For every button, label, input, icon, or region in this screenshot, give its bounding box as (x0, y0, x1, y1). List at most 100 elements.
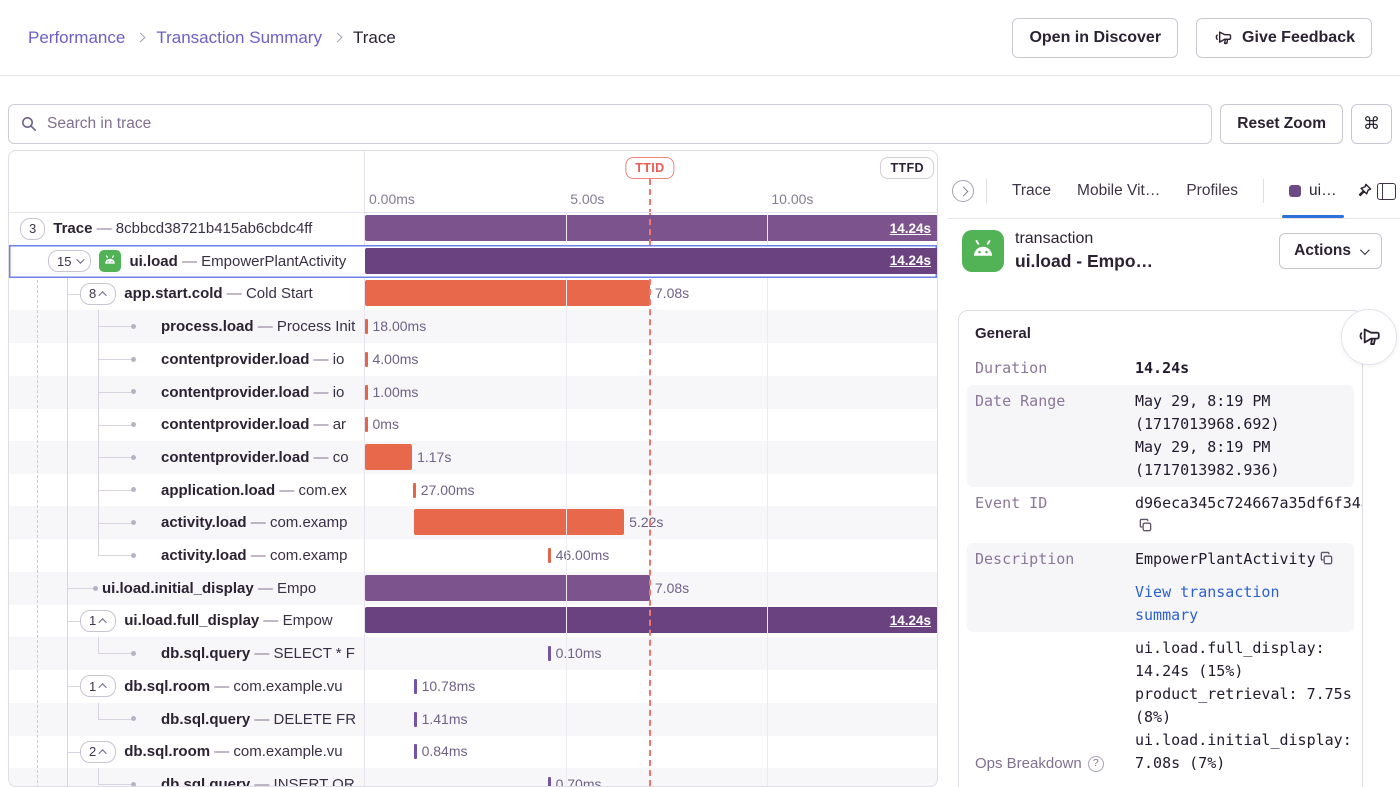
span-duration-label: 14.24s (890, 613, 938, 628)
tree-row[interactable]: 3Trace — 8cbbcd38721b415ab6cbdc4ff14.24s (9, 212, 937, 245)
span-duration-label: 27.00ms (421, 474, 475, 507)
span-label: process.load — Process Init (161, 318, 355, 335)
tree-row[interactable]: db.sql.query — INSERT OR0.70ms (9, 768, 937, 787)
tab-trace[interactable]: Trace (999, 164, 1064, 218)
tree-node-dot (93, 586, 98, 591)
tree-row[interactable]: contentprovider.load — ar 0ms (9, 408, 937, 441)
span-description: SELECT * F (274, 645, 355, 662)
field-value: May 29, 8:19 PM(1717013968.692)May 29, 8… (1135, 390, 1337, 482)
span-op: ui.load (129, 253, 177, 270)
tree-row[interactable]: 1db.sql.room — com.example.vu10.78ms (9, 670, 937, 703)
span-duration-label: 7.08s (655, 572, 689, 605)
give-feedback-button[interactable]: Give Feedback (1196, 18, 1372, 58)
span-duration-bar (548, 777, 551, 787)
tree-row[interactable]: contentprovider.load — io4.00ms (9, 343, 937, 376)
ttfd-badge[interactable]: TTFD (880, 157, 934, 179)
breadcrumb-item-performance[interactable]: Performance (28, 28, 125, 48)
span-duration-label: 4.00ms (373, 343, 419, 376)
tree-node-dot (131, 651, 136, 656)
span-duration-label: 1.17s (417, 441, 451, 474)
tree-branch-line (98, 653, 131, 654)
tree-node-dot (131, 553, 136, 558)
span-description: ar (333, 416, 346, 433)
span-description: Empow (283, 612, 333, 629)
tree-row[interactable]: 2db.sql.room — com.example.vu0.84ms (9, 735, 937, 768)
tree-node-dot (131, 324, 136, 329)
tree-guide-line (98, 637, 99, 653)
tree-row-cell: activity.load — com.examp (9, 506, 364, 539)
ttid-badge[interactable]: TTID (625, 157, 674, 179)
span-count-pill[interactable]: 1 (80, 610, 116, 632)
tree-branch-line (67, 752, 80, 753)
field-value-line: EmpowerPlantActivity (1135, 548, 1337, 571)
copy-icon[interactable] (1138, 518, 1153, 533)
general-field-event-id: Event IDd96eca345c724667a35df6f34af45340 (967, 487, 1354, 543)
tab-mobilevit[interactable]: Mobile Vit… (1064, 164, 1173, 218)
span-label: application.load — com.ex (161, 482, 347, 499)
tab-ui[interactable]: ui… (1276, 164, 1350, 218)
search-input[interactable] (8, 104, 1212, 144)
tree-node-dot (131, 357, 136, 362)
span-duration-label: 0.70ms (556, 768, 602, 787)
field-label: Ops Breakdown? (975, 752, 1135, 775)
chevron-up-icon (99, 683, 107, 691)
span-label: db.sql.query — DELETE FR (161, 711, 356, 728)
actions-button[interactable]: Actions (1279, 233, 1382, 269)
tree-row[interactable]: db.sql.query — DELETE FR1.41ms (9, 703, 937, 736)
pin-tab-icon[interactable] (1350, 178, 1377, 205)
span-duration-bar (414, 712, 417, 727)
tree-row[interactable]: db.sql.query — SELECT * F0.10ms (9, 637, 937, 670)
tab-color-swatch (1289, 185, 1301, 197)
span-duration-bar: 14.24s (365, 607, 938, 633)
tree-row[interactable]: activity.load — com.examp46.00ms (9, 539, 937, 572)
feedback-fab[interactable] (1341, 309, 1397, 365)
tree-row[interactable]: process.load — Process Init18.00ms (9, 310, 937, 343)
span-description: INSERT OR (274, 776, 355, 787)
view-transaction-summary-link[interactable]: View transaction summary (1135, 581, 1337, 627)
help-icon[interactable]: ? (1088, 756, 1104, 772)
shortcut-command-button[interactable]: ⌘ (1351, 104, 1392, 144)
reset-zoom-button[interactable]: Reset Zoom (1220, 104, 1343, 144)
tree-row-cell: 1ui.load.full_display — Empow (9, 604, 364, 637)
layout-switcher (1377, 183, 1400, 200)
field-value-line: May 29, 8:19 PM (1135, 390, 1337, 413)
transaction-kind-label: transaction (1015, 230, 1153, 248)
tree-row[interactable]: contentprovider.load — co 1.17s (9, 441, 937, 474)
tree-row-cell: contentprovider.load — io (9, 376, 364, 409)
span-count: 3 (29, 221, 36, 236)
field-label: Description (975, 548, 1135, 627)
tabs-divider (1263, 179, 1264, 203)
axis-tick-label: 0.00ms (369, 191, 415, 207)
breadcrumb: PerformanceTransaction SummaryTrace (28, 28, 396, 48)
tab-label: Profiles (1186, 182, 1238, 200)
tree-row-cell: contentprovider.load — ar (9, 408, 364, 441)
tree-row[interactable]: application.load — com.ex 27.00ms (9, 474, 937, 507)
megaphone-icon (1356, 324, 1382, 350)
tree-row[interactable]: activity.load — com.examp5.22s (9, 506, 937, 539)
chevron-up-icon (99, 749, 107, 757)
field-value: 14.24s (1135, 357, 1337, 380)
tab-profiles[interactable]: Profiles (1173, 164, 1251, 218)
span-count-pill[interactable]: 15 (48, 250, 91, 272)
tree-row[interactable]: 8app.start.cold — Cold Start7.08s (9, 277, 937, 310)
span-duration-bar (414, 509, 624, 535)
open-in-discover-button[interactable]: Open in Discover (1012, 18, 1178, 58)
collapse-panel-icon[interactable] (952, 180, 974, 202)
tree-row[interactable]: contentprovider.load — io1.00ms (9, 376, 937, 409)
span-count-pill[interactable]: 1 (80, 675, 116, 697)
tree-row[interactable]: 15ui.load — EmpowerPlantActivity14.24s (9, 245, 937, 278)
tree-row[interactable]: 1ui.load.full_display — Empow 14.24s (9, 604, 937, 637)
span-duration-label: 0ms (373, 408, 399, 441)
tree-row[interactable]: ui.load.initial_display — Empo7.08s (9, 572, 937, 605)
copy-icon[interactable] (1319, 551, 1334, 566)
tree-row-cell: 3Trace — 8cbbcd38721b415ab6cbdc4ff (9, 212, 364, 245)
breadcrumb-separator-icon (137, 34, 144, 41)
span-count-pill[interactable]: 2 (80, 741, 116, 763)
tab-label: Trace (1012, 182, 1051, 200)
topbar-actions: Open in Discover Give Feedback (1012, 18, 1372, 58)
span-count-pill[interactable]: 3 (20, 218, 45, 240)
breadcrumb-item-transaction-summary[interactable]: Transaction Summary (156, 28, 322, 48)
layout-left-icon[interactable] (1377, 183, 1396, 200)
span-count-pill[interactable]: 8 (80, 283, 116, 305)
tree-row-cell: contentprovider.load — co (9, 441, 364, 474)
